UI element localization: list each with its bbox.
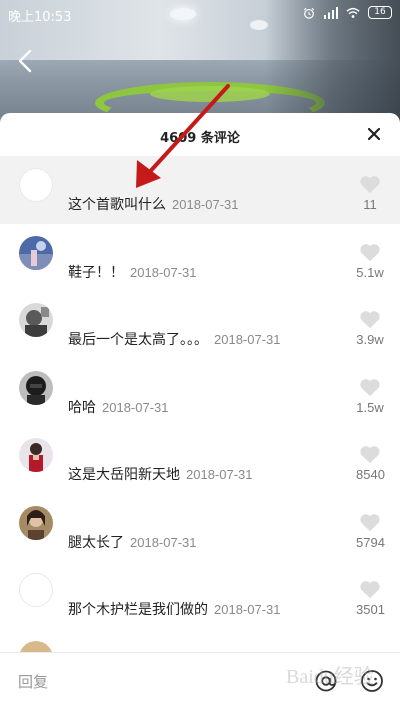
avatar-image bbox=[19, 303, 53, 337]
emoji-button[interactable] bbox=[360, 669, 384, 693]
like-count: 5794 bbox=[356, 534, 385, 550]
like-button[interactable]: 11 bbox=[356, 174, 384, 212]
comment-text: 鞋子！！ bbox=[68, 264, 124, 281]
avatar[interactable] bbox=[19, 505, 53, 540]
like-count: 8540 bbox=[356, 467, 385, 482]
comments-sheet: 4609 条评论 这个首歌叫什么 2018-07-31 11 鞋子！！ 2018… bbox=[0, 113, 400, 711]
battery-icon: 16 bbox=[368, 6, 392, 19]
comment-text: 那个木护栏是我们做的 bbox=[68, 602, 208, 618]
avatar-image bbox=[19, 370, 53, 405]
comment-list: 这个首歌叫什么 2018-07-31 11 鞋子！！ 2018-07-31 5.… bbox=[0, 156, 400, 696]
comment-text: 最后一个是太高了。。。 bbox=[68, 332, 208, 348]
heart-icon bbox=[360, 378, 380, 396]
avatar[interactable] bbox=[19, 235, 53, 270]
like-button[interactable]: 5.1w bbox=[356, 242, 384, 280]
heart-icon bbox=[360, 513, 380, 531]
avatar[interactable] bbox=[19, 370, 53, 405]
back-button[interactable] bbox=[14, 48, 38, 74]
sheet-header: 4609 条评论 bbox=[0, 113, 400, 156]
alarm-icon bbox=[303, 7, 315, 19]
like-count: 3501 bbox=[356, 602, 385, 617]
like-button[interactable]: 1.5w bbox=[356, 377, 384, 415]
like-button[interactable]: 3.9w bbox=[356, 309, 384, 347]
comment-date: 2018-07-31 bbox=[214, 602, 281, 617]
comment-item[interactable]: 鞋子！！ 2018-07-31 5.1w bbox=[0, 224, 400, 292]
comment-date: 2018-07-31 bbox=[102, 399, 169, 415]
green-ring-decor bbox=[150, 86, 270, 102]
comment-content: 哈哈 2018-07-31 bbox=[68, 397, 169, 417]
close-button[interactable] bbox=[364, 124, 384, 144]
signal-icon bbox=[324, 6, 338, 19]
comment-item[interactable]: 这个首歌叫什么 2018-07-31 11 bbox=[0, 156, 400, 224]
like-button[interactable]: 5794 bbox=[356, 512, 385, 550]
like-button[interactable]: 8540 bbox=[356, 444, 385, 482]
comment-item[interactable]: 最后一个是太高了。。。 2018-07-31 3.9w bbox=[0, 291, 400, 359]
avatar[interactable] bbox=[19, 303, 53, 337]
comment-content: 这个首歌叫什么 2018-07-31 bbox=[68, 194, 239, 214]
comment-item[interactable]: 哈哈 2018-07-31 1.5w bbox=[0, 359, 400, 427]
like-count: 5.1w bbox=[356, 264, 384, 280]
reply-bar bbox=[0, 652, 400, 711]
like-count: 3.9w bbox=[356, 332, 384, 347]
comment-text: 这是大岳阳新天地 bbox=[68, 467, 180, 483]
status-time: 晚上10:53 bbox=[8, 10, 72, 25]
avatar-image bbox=[19, 438, 53, 472]
like-count: 11 bbox=[363, 197, 377, 212]
like-button[interactable]: 3501 bbox=[356, 579, 385, 617]
comment-date: 2018-07-31 bbox=[186, 467, 253, 482]
comment-date: 2018-07-31 bbox=[130, 534, 197, 550]
comment-item[interactable]: 那个木护栏是我们做的 2018-07-31 3501 bbox=[0, 561, 400, 629]
mention-button[interactable] bbox=[314, 669, 338, 693]
comment-date: 2018-07-31 bbox=[172, 197, 239, 212]
comment-text: 这个首歌叫什么 bbox=[68, 197, 166, 213]
chevron-left-icon bbox=[18, 49, 32, 73]
close-icon bbox=[367, 127, 381, 141]
comment-date: 2018-07-31 bbox=[214, 332, 281, 347]
reply-input[interactable] bbox=[18, 667, 288, 697]
comment-text: 腿太长了 bbox=[68, 534, 124, 551]
avatar[interactable] bbox=[19, 168, 53, 202]
smile-icon bbox=[361, 670, 383, 692]
comment-content: 那个木护栏是我们做的 2018-07-31 bbox=[68, 599, 281, 619]
comment-content: 腿太长了 2018-07-31 bbox=[68, 532, 197, 552]
comment-content: 最后一个是太高了。。。 2018-07-31 bbox=[68, 329, 281, 349]
comment-count-title: 4609 条评论 bbox=[160, 131, 240, 146]
avatar[interactable] bbox=[19, 573, 53, 607]
avatar-image bbox=[19, 235, 53, 270]
wifi-icon bbox=[346, 7, 360, 18]
avatar[interactable] bbox=[19, 438, 53, 472]
comment-item[interactable]: 这是大岳阳新天地 2018-07-31 8540 bbox=[0, 426, 400, 494]
comment-text: 哈哈 bbox=[68, 399, 96, 416]
heart-icon bbox=[360, 581, 380, 599]
comment-content: 鞋子！！ 2018-07-31 bbox=[68, 262, 197, 282]
like-count: 1.5w bbox=[356, 399, 384, 415]
battery-level: 16 bbox=[374, 7, 386, 17]
status-bar: 晚上10:53 16 bbox=[0, 0, 400, 28]
heart-icon bbox=[360, 243, 380, 261]
heart-icon bbox=[360, 176, 380, 194]
heart-icon bbox=[360, 311, 380, 329]
avatar-image bbox=[19, 505, 53, 540]
comment-date: 2018-07-31 bbox=[130, 264, 197, 280]
status-icons: 16 bbox=[302, 6, 392, 19]
heart-icon bbox=[360, 446, 380, 464]
comment-item[interactable]: 腿太长了 2018-07-31 5794 bbox=[0, 494, 400, 562]
comment-content: 这是大岳阳新天地 2018-07-31 bbox=[68, 464, 253, 484]
at-icon bbox=[315, 670, 337, 692]
